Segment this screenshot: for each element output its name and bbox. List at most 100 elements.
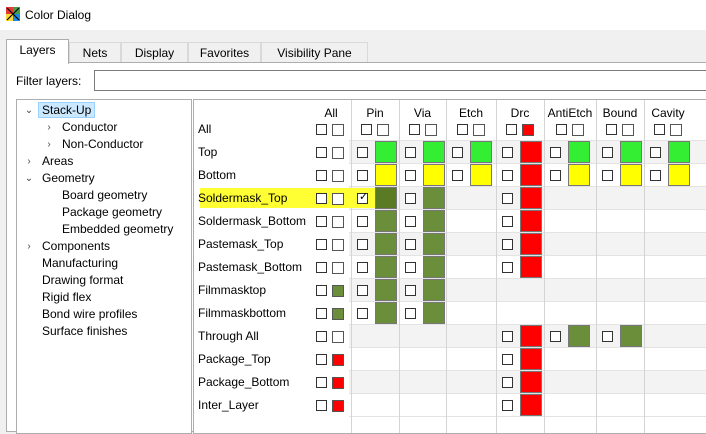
tree-item[interactable]: Embedded geometry (62, 221, 173, 238)
cell-visibility-checkbox[interactable] (357, 239, 368, 250)
cell-color-block[interactable] (568, 141, 590, 163)
cell-visibility-checkbox[interactable] (502, 216, 513, 227)
cell-color-block[interactable] (375, 302, 397, 324)
cell-visibility-checkbox[interactable] (357, 216, 368, 227)
cell-visibility-checkbox[interactable] (502, 400, 513, 411)
cell-visibility-checkbox[interactable] (357, 147, 368, 158)
column-color-swatch[interactable] (522, 124, 534, 136)
all-color-swatch[interactable] (332, 262, 344, 274)
cell-color-block[interactable] (375, 279, 397, 301)
cell-color-block[interactable] (668, 164, 690, 186)
cell-visibility-checkbox[interactable] (550, 170, 561, 181)
cell-color-block[interactable] (620, 325, 642, 347)
tab-display[interactable]: Display (121, 42, 188, 62)
cell-visibility-checkbox[interactable] (502, 331, 513, 342)
cell-visibility-checkbox[interactable] (502, 354, 513, 365)
cell-color-block[interactable] (520, 187, 542, 209)
tree-item[interactable]: › Non-Conductor (47, 136, 143, 153)
cell-color-block[interactable] (423, 279, 445, 301)
cell-color-block[interactable] (520, 348, 542, 370)
tree-item[interactable]: Package geometry (62, 204, 162, 221)
cell-color-block[interactable] (520, 371, 542, 393)
cell-visibility-checkbox[interactable] (550, 147, 561, 158)
cell-visibility-checkbox[interactable] (405, 147, 416, 158)
all-color-swatch[interactable] (332, 170, 344, 182)
tab-layers[interactable]: Layers (6, 39, 69, 64)
cell-color-block[interactable] (620, 141, 642, 163)
cell-color-block[interactable] (423, 187, 445, 209)
cell-visibility-checkbox[interactable] (502, 147, 513, 158)
tab-visibility-pane[interactable]: Visibility Pane (261, 42, 368, 62)
cell-visibility-checkbox[interactable] (357, 308, 368, 319)
cell-color-block[interactable] (520, 141, 542, 163)
all-visibility-checkbox[interactable] (316, 377, 327, 388)
cell-visibility-checkbox[interactable] (405, 216, 416, 227)
cell-visibility-checkbox[interactable] (405, 170, 416, 181)
cell-visibility-checkbox[interactable] (602, 331, 613, 342)
cell-visibility-checkbox[interactable] (405, 262, 416, 273)
cell-color-block[interactable] (668, 141, 690, 163)
cell-color-block[interactable] (620, 164, 642, 186)
all-visibility-checkbox[interactable] (316, 308, 327, 319)
column-visibility-checkbox[interactable] (408, 124, 420, 135)
cell-visibility-checkbox[interactable] (550, 331, 561, 342)
filter-layers-input[interactable] (94, 70, 706, 91)
all-color-swatch[interactable] (332, 331, 344, 343)
tree-item[interactable]: Board geometry (62, 187, 147, 204)
column-color-swatch[interactable] (377, 124, 389, 136)
cell-visibility-checkbox[interactable] (405, 193, 416, 204)
cell-color-block[interactable] (375, 187, 397, 209)
all-visibility-checkbox[interactable] (316, 262, 327, 273)
cell-color-block[interactable] (423, 164, 445, 186)
cell-color-block[interactable] (375, 256, 397, 278)
cell-visibility-checkbox[interactable] (405, 308, 416, 319)
all-color-swatch[interactable] (332, 377, 344, 389)
column-color-swatch[interactable] (473, 124, 485, 136)
cell-visibility-checkbox[interactable] (502, 239, 513, 250)
column-visibility-checkbox[interactable] (457, 124, 468, 135)
all-color-swatch[interactable] (332, 285, 344, 297)
tab-favorites[interactable]: Favorites (188, 42, 261, 62)
all-visibility-checkbox[interactable] (316, 216, 327, 227)
cell-color-block[interactable] (423, 141, 445, 163)
tree-item[interactable]: Bond wire profiles (42, 306, 137, 323)
chevron-right-icon[interactable]: › (44, 136, 54, 153)
column-visibility-checkbox[interactable] (654, 124, 665, 135)
all-visibility-checkbox[interactable] (316, 170, 327, 181)
cell-color-block[interactable] (520, 233, 542, 255)
column-color-swatch[interactable] (572, 124, 584, 136)
all-color-swatch[interactable] (332, 354, 344, 366)
all-color-swatch[interactable] (332, 147, 344, 159)
chevron-right-icon[interactable]: › (44, 119, 54, 136)
all-color-swatch[interactable] (332, 193, 344, 205)
cell-color-block[interactable] (423, 302, 445, 324)
chevron-down-icon[interactable]: ⌄ (24, 170, 34, 187)
cell-color-block[interactable] (375, 141, 397, 163)
cell-visibility-checkbox[interactable] (602, 147, 613, 158)
cell-color-block[interactable] (423, 210, 445, 232)
tree-item[interactable]: ⌄ Geometry (25, 170, 95, 187)
cell-color-block[interactable] (470, 164, 492, 186)
cell-visibility-checkbox[interactable] (650, 170, 661, 181)
cell-visibility-checkbox[interactable] (502, 262, 513, 273)
cell-visibility-checkbox[interactable]: ✓ (357, 191, 368, 204)
all-visibility-checkbox[interactable] (316, 147, 327, 158)
cell-visibility-checkbox[interactable] (602, 170, 613, 181)
column-visibility-checkbox[interactable] (506, 124, 517, 135)
tree-item[interactable]: › Components (27, 238, 110, 255)
cell-color-block[interactable] (375, 210, 397, 232)
all-visibility-checkbox[interactable] (316, 331, 327, 342)
column-visibility-checkbox[interactable] (361, 124, 372, 135)
cell-color-block[interactable] (423, 233, 445, 255)
column-color-swatch[interactable] (670, 124, 682, 136)
cell-color-block[interactable] (520, 325, 542, 347)
tree-item[interactable]: Rigid flex (42, 289, 91, 306)
cell-color-block[interactable] (520, 256, 542, 278)
cell-visibility-checkbox[interactable] (405, 285, 416, 296)
tree-item[interactable]: ⌄ Stack-Up (25, 102, 96, 119)
tree-item[interactable]: Manufacturing (42, 255, 118, 272)
all-color-swatch[interactable] (332, 124, 344, 136)
cell-visibility-checkbox[interactable] (357, 170, 368, 181)
cell-color-block[interactable] (568, 164, 590, 186)
tree-item[interactable]: › Conductor (47, 119, 117, 136)
